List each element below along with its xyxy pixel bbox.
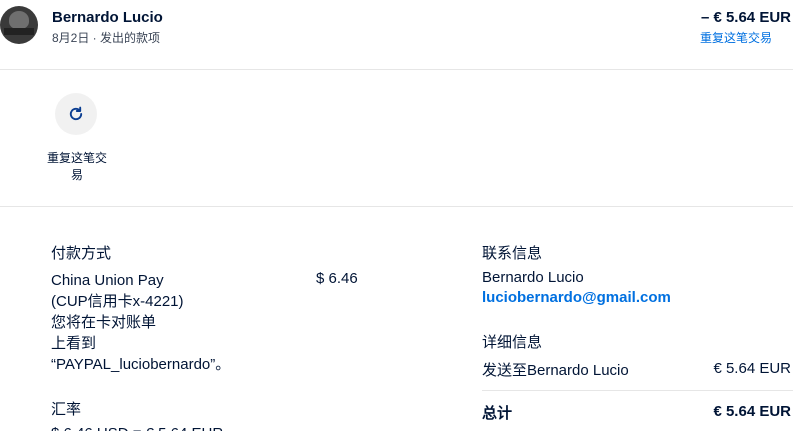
sent-to-label: 发送至Bernardo Lucio (482, 362, 629, 379)
payment-method-line-1: China Union Pay (51, 272, 164, 289)
payee-name: Bernardo Lucio (52, 9, 163, 26)
action-area: 重复这笔交易 (0, 70, 793, 207)
transaction-amount: – € 5.64 EUR (700, 9, 791, 26)
total-label: 总计 (482, 405, 513, 422)
details-title: 详细信息 (482, 334, 543, 351)
payment-method-line-3: 您将在卡对账单 (51, 314, 157, 331)
payment-method-amount: $ 6.46 (316, 270, 358, 287)
refresh-icon (69, 106, 83, 121)
avatar-figure (9, 11, 29, 29)
sent-to-amount: € 5.64 EUR (713, 360, 791, 377)
details-divider (482, 390, 793, 391)
repeat-transaction-button[interactable] (55, 93, 97, 135)
repeat-transaction-label: 重复这笔交易 (46, 151, 107, 182)
total-amount: € 5.64 EUR (713, 403, 791, 420)
avatar-band (4, 28, 34, 35)
contact-name: Bernardo Lucio (482, 269, 584, 286)
payment-method-line-4: 上看到 (51, 335, 97, 352)
contact-email-link[interactable]: luciobernardo@gmail.com (482, 289, 671, 306)
transaction-header: Bernardo Lucio 8月2日 · 发出的款项 – € 5.64 EUR… (0, 0, 793, 70)
repeat-transaction-link[interactable]: 重复这笔交易 (700, 29, 772, 46)
payment-method-line-5: “PAYPAL_luciobernardo”。 (51, 356, 231, 373)
payment-method-title: 付款方式 (51, 245, 112, 262)
exchange-rate-title: 汇率 (51, 401, 82, 418)
avatar (0, 6, 38, 44)
payment-method-line-2: (CUP信用卡x-4221) (51, 293, 184, 310)
exchange-rate-text: $ 6.46 USD = € 5.64 EUR (51, 423, 223, 431)
transaction-subtitle: 8月2日 · 发出的款项 (52, 31, 161, 45)
contact-title: 联系信息 (482, 245, 543, 262)
